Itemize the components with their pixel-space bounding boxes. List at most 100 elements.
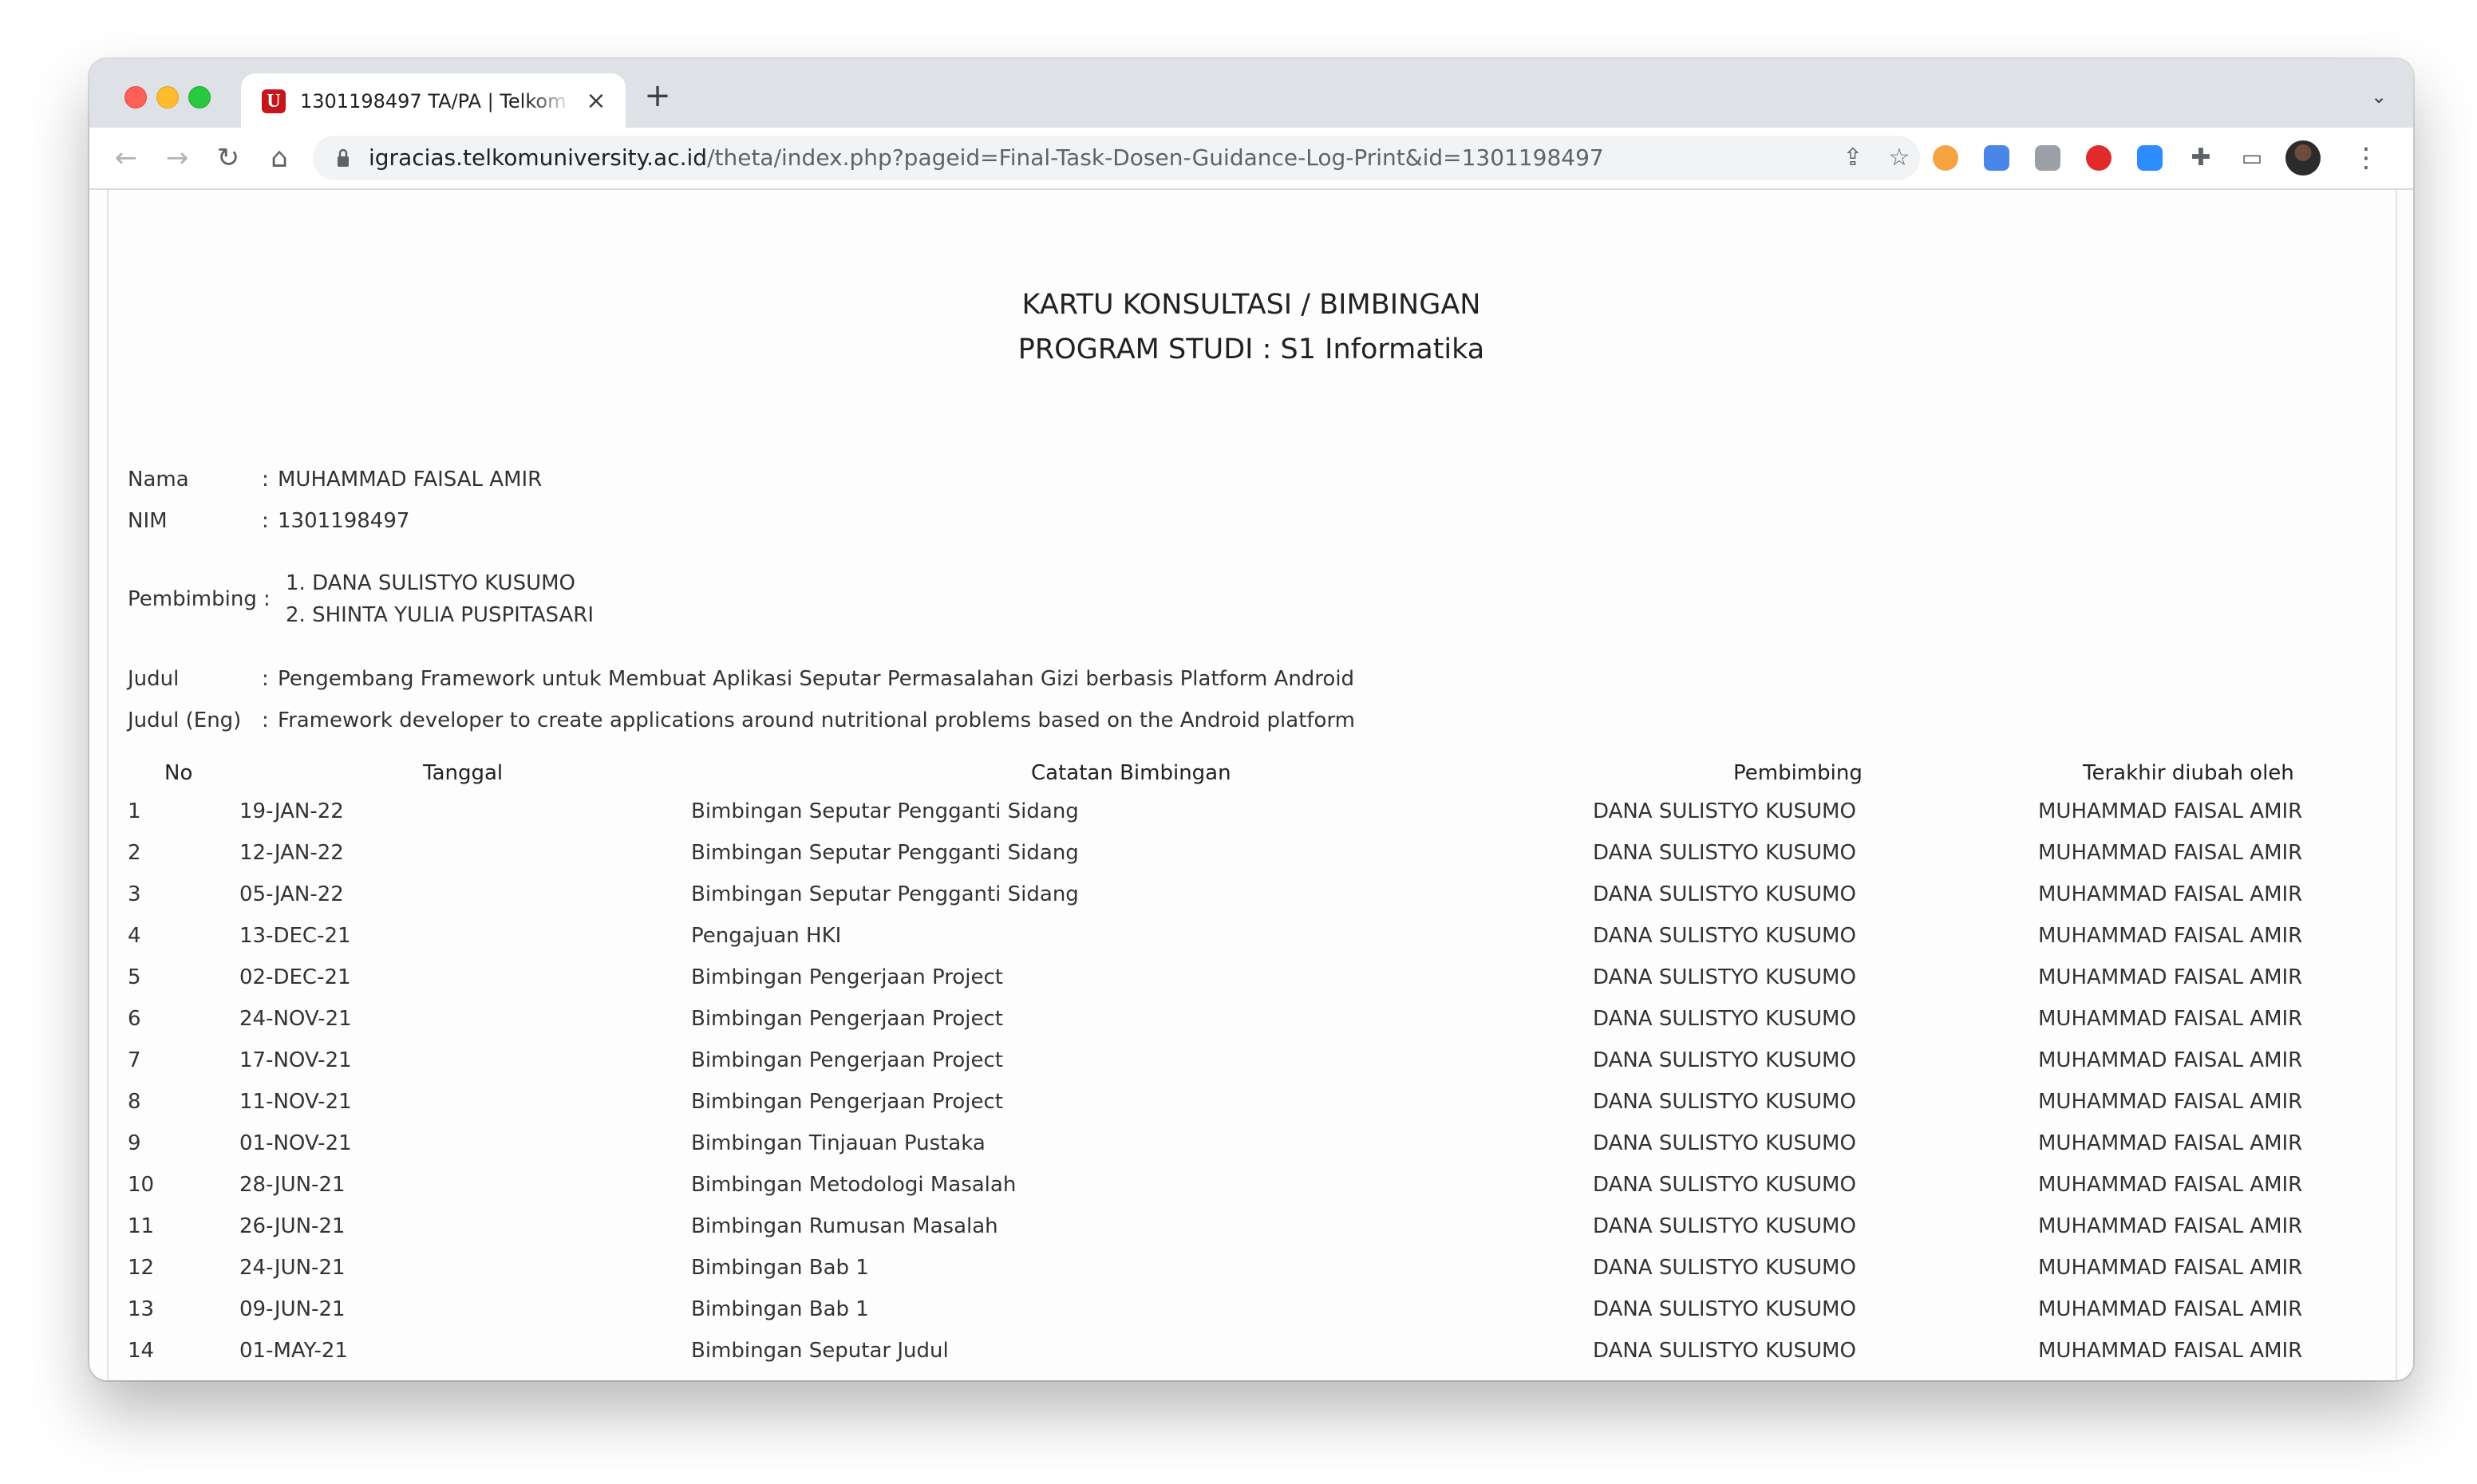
nama-label: Nama <box>128 468 189 491</box>
profile-avatar[interactable] <box>2285 140 2321 176</box>
row-no: 12 <box>128 1256 155 1280</box>
pembimbing-label: Pembimbing <box>128 587 257 611</box>
row-diubah: MUHAMMAD FAISAL AMIR <box>2038 1173 2303 1197</box>
judul-eng-value: Framework developer to create applicatio… <box>278 708 1356 732</box>
row-pembimbing: DANA SULISTYO KUSUMO <box>1593 1214 1856 1238</box>
row-catatan: Bimbingan Seputar Pengganti Sidang <box>691 799 1079 823</box>
row-diubah: MUHAMMAD FAISAL AMIR <box>2038 1339 2303 1363</box>
extension-profile-icon[interactable] <box>2035 145 2060 171</box>
row-no: 11 <box>128 1214 155 1238</box>
row-catatan: Bimbingan Rumusan Masalah <box>691 1214 998 1238</box>
zoom-extension-icon[interactable] <box>2137 145 2163 171</box>
google-translate-icon[interactable] <box>1984 145 2009 171</box>
judul-colon: : <box>262 667 269 691</box>
page-content: KARTU KONSULTASI / BIMBINGAN PROGRAM STU… <box>89 190 2413 1380</box>
row-pembimbing: DANA SULISTYO KUSUMO <box>1593 1007 1856 1031</box>
pembimbing-colon: : <box>263 587 271 611</box>
row-no: 5 <box>128 965 141 989</box>
tab-strip: U 1301198497 TA/PA | Telkom University ×… <box>89 59 2413 128</box>
pembimbing-2: 2. SHINTA YULIA PUSPITASARI <box>286 603 594 627</box>
row-tanggal: 01-MAY-21 <box>239 1339 348 1363</box>
row-diubah: MUHAMMAD FAISAL AMIR <box>2038 1297 2303 1321</box>
telkom-university-favicon-icon: U <box>262 89 286 113</box>
row-catatan: Bimbingan Pengerjaan Project <box>691 1048 1003 1072</box>
back-arrow-icon[interactable]: ← <box>109 140 144 176</box>
row-tanggal: 28-JUN-21 <box>239 1173 346 1197</box>
row-catatan: Bimbingan Metodologi Masalah <box>691 1173 1017 1197</box>
row-tanggal: 02-DEC-21 <box>239 965 351 989</box>
row-diubah: MUHAMMAD FAISAL AMIR <box>2038 1048 2303 1072</box>
row-pembimbing: DANA SULISTYO KUSUMO <box>1593 799 1856 823</box>
row-tanggal: 11-NOV-21 <box>239 1090 352 1114</box>
row-tanggal: 24-NOV-21 <box>239 1007 352 1031</box>
nim-colon: : <box>262 509 269 533</box>
row-catatan: Pengajuan HKI <box>691 924 842 948</box>
tab-active[interactable]: U 1301198497 TA/PA | Telkom University × <box>241 73 626 128</box>
row-tanggal: 09-JUN-21 <box>239 1297 346 1321</box>
row-tanggal: 05-JAN-22 <box>239 882 344 906</box>
nim-value: 1301198497 <box>278 509 410 533</box>
row-pembimbing: DANA SULISTYO KUSUMO <box>1593 924 1856 948</box>
cast-icon[interactable]: ▭ <box>2239 145 2265 171</box>
row-tanggal: 17-NOV-21 <box>239 1048 352 1072</box>
tab-title-fade <box>528 88 573 115</box>
share-icon[interactable]: ⇪ <box>1839 144 1867 172</box>
bookmark-star-icon[interactable]: ☆ <box>1885 144 1914 172</box>
judul-value: Pengembang Framework untuk Membuat Aplik… <box>278 667 1355 691</box>
row-tanggal: 01-NOV-21 <box>239 1131 352 1155</box>
address-bar[interactable]: igracias.telkomuniversity.ac.id/theta/in… <box>313 136 1920 180</box>
opera-extension-icon[interactable] <box>2086 145 2112 171</box>
url-path: /theta/index.php?pageid=Final-Task-Dosen… <box>707 144 1604 171</box>
home-icon[interactable]: ⌂ <box>262 140 297 176</box>
row-diubah: MUHAMMAD FAISAL AMIR <box>2038 799 2303 823</box>
row-no: 6 <box>128 1007 141 1031</box>
row-pembimbing: DANA SULISTYO KUSUMO <box>1593 1297 1856 1321</box>
row-diubah: MUHAMMAD FAISAL AMIR <box>2038 841 2303 865</box>
row-diubah: MUHAMMAD FAISAL AMIR <box>2038 1090 2303 1114</box>
extension-image-icon[interactable] <box>1933 145 1958 171</box>
row-diubah: MUHAMMAD FAISAL AMIR <box>2038 1131 2303 1155</box>
row-catatan: Bimbingan Pengerjaan Project <box>691 965 1003 989</box>
card-title: KARTU KONSULTASI / BIMBINGAN <box>1021 289 1481 321</box>
row-diubah: MUHAMMAD FAISAL AMIR <box>2038 924 2303 948</box>
url-text[interactable]: igracias.telkomuniversity.ac.id/theta/in… <box>369 144 1604 172</box>
row-diubah: MUHAMMAD FAISAL AMIR <box>2038 1214 2303 1238</box>
row-no: 4 <box>128 924 141 948</box>
row-diubah: MUHAMMAD FAISAL AMIR <box>2038 965 2303 989</box>
row-catatan: Bimbingan Pengerjaan Project <box>691 1007 1003 1031</box>
tab-close-icon[interactable]: × <box>584 89 608 113</box>
row-no: 14 <box>128 1339 155 1363</box>
row-tanggal: 26-JUN-21 <box>239 1214 346 1238</box>
row-catatan: Bimbingan Pengerjaan Project <box>691 1090 1003 1114</box>
reload-icon[interactable]: ↻ <box>211 140 246 176</box>
lock-icon[interactable] <box>337 148 350 168</box>
nama-value: MUHAMMAD FAISAL AMIR <box>278 468 543 491</box>
row-diubah: MUHAMMAD FAISAL AMIR <box>2038 882 2303 906</box>
row-pembimbing: DANA SULISTYO KUSUMO <box>1593 882 1856 906</box>
browser-menu-icon[interactable]: ⋮ <box>2353 142 2380 174</box>
extensions-puzzle-icon[interactable]: ✚ <box>2188 145 2214 171</box>
minimize-window-button[interactable] <box>156 86 179 109</box>
close-window-button[interactable] <box>124 86 147 109</box>
row-pembimbing: DANA SULISTYO KUSUMO <box>1593 1256 1856 1280</box>
row-pembimbing: DANA SULISTYO KUSUMO <box>1593 1131 1856 1155</box>
row-catatan: Bimbingan Seputar Pengganti Sidang <box>691 882 1079 906</box>
column-header-pembimbing: Pembimbing <box>1733 761 1863 785</box>
row-no: 8 <box>128 1090 141 1114</box>
browser-toolbar: ← → ↻ ⌂ igracias.telkomuniversity.ac.id/… <box>89 128 2413 190</box>
row-catatan: Bimbingan Bab 1 <box>691 1256 869 1280</box>
judul-eng-colon: : <box>262 708 269 732</box>
judul-eng-label: Judul (Eng) <box>128 708 242 732</box>
forward-arrow-icon[interactable]: → <box>160 140 195 176</box>
row-pembimbing: DANA SULISTYO KUSUMO <box>1593 1339 1856 1363</box>
page-border-left <box>107 190 109 1380</box>
nim-label: NIM <box>128 509 168 533</box>
column-header-terakhir-diubah: Terakhir diubah oleh <box>2083 761 2294 785</box>
url-host: igracias.telkomuniversity.ac.id <box>369 144 708 171</box>
row-tanggal: 13-DEC-21 <box>239 924 351 948</box>
row-no: 1 <box>128 799 141 823</box>
page-border-right <box>2396 190 2397 1380</box>
maximize-window-button[interactable] <box>188 86 211 109</box>
tab-search-chevron-icon[interactable]: ⌄ <box>2367 85 2391 109</box>
new-tab-plus-icon[interactable]: + <box>642 80 674 112</box>
